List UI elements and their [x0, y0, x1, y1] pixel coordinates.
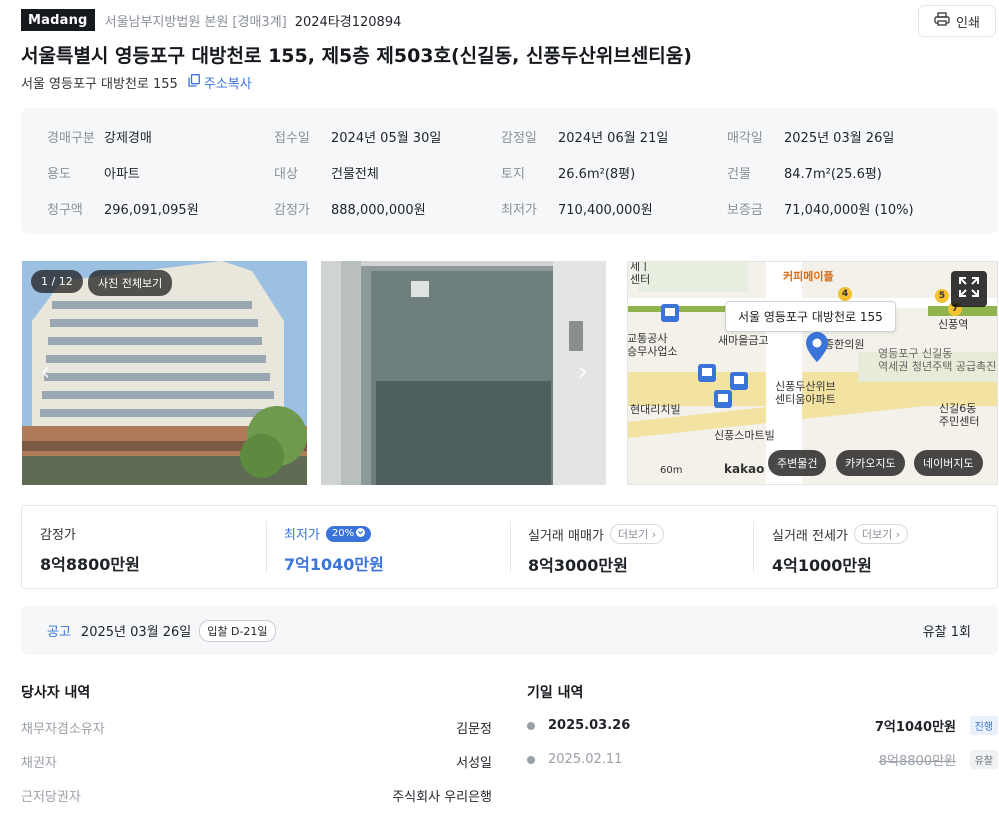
map-label-station: 신풍역 [938, 318, 969, 331]
print-label: 인쇄 [956, 15, 980, 31]
bus-stop-icon [698, 364, 716, 386]
parties-title: 당사자 내역 [21, 685, 91, 701]
party-row: 채무자겸소유자 김문정 [21, 722, 492, 737]
timeline-dot [527, 721, 535, 730]
naver-map-button[interactable]: 네이버지도 [914, 450, 983, 476]
property-photo-exterior[interactable]: 1 / 12 사진 전체보기 ‹ [22, 261, 307, 485]
lease-more-button[interactable]: 더보기 › [853, 524, 909, 544]
printer-icon [934, 12, 950, 30]
short-address: 서울 영등포구 대방천로 155 [21, 77, 178, 92]
info-deposit: 보증금 71,040,000원 (10%) [727, 203, 914, 218]
map-label-center: 신길6동 주민센터 [939, 402, 980, 429]
page-title: 서울특별시 영등포구 대방천로 155, 제5층 제503호(신길동, 신풍두산… [21, 45, 692, 67]
info-appraisal-price: 감정가 888,000,000원 [274, 203, 426, 218]
copy-icon [188, 74, 200, 91]
minimum-label: 최저가 [284, 528, 320, 543]
map-label-clinic: 종한의원 [824, 338, 865, 351]
map-address-tooltip: 서울 영등포구 대방천로 155 [725, 301, 896, 332]
address-row: 서울 영등포구 대방천로 155 주소복사 [21, 73, 252, 92]
bus-stop-icon [714, 390, 732, 412]
sale-more-button[interactable]: 더보기 › [609, 524, 665, 544]
status-badge: 진행 [969, 716, 998, 735]
date-row: 2025.02.11 8억8800만원 유찰 [527, 750, 998, 769]
court-name: 서울남부지방법원 본원 [경매3계] [104, 14, 287, 30]
timeline-dot [527, 755, 535, 764]
map-label-youth: 영등포구 신길동역세권 청년주택 공급촉진지구 [878, 347, 997, 374]
lease-price-card: 실거래 전세가 더보기 › 4억1000만원 [772, 506, 909, 588]
info-sale-date: 매각일 2025년 03월 26일 [727, 131, 895, 146]
minimum-price-card: 최저가 20% 7억1040만원 [284, 506, 384, 588]
kakao-map-button[interactable]: 카카오지도 [836, 450, 905, 476]
map-scale: 60m [660, 465, 683, 476]
party-row: 근저당권자 주식회사 우리은행 [21, 790, 492, 805]
map-label-villa: 현대리치빌 [630, 403, 681, 416]
info-land: 토지 26.6m²(8평) [501, 167, 636, 182]
map-label-partial: 세ㅣ 센터 [630, 261, 651, 287]
notice-label: 공고 [47, 625, 71, 640]
kakao-logo: kakao [724, 462, 765, 476]
sale-label: 실거래 매매가 [528, 528, 604, 544]
minimum-percent-badge[interactable]: 20% [325, 525, 372, 542]
sale-price-card: 실거래 매매가 더보기 › 8억3000만원 [528, 506, 665, 588]
subway-line-5-icon: 5 [935, 289, 949, 303]
dday-badge: 입찰 D-21일 [199, 619, 276, 642]
info-received-date: 접수일 2024년 05월 30일 [274, 131, 442, 146]
bus-stop-icon [661, 304, 679, 326]
dates-title: 기일 내역 [527, 685, 584, 701]
info-target: 대상 건물전체 [274, 167, 379, 182]
print-button[interactable]: 인쇄 [918, 5, 996, 37]
copy-address-label: 주소복사 [203, 77, 252, 92]
appraisal-value: 8억8800만원 [40, 555, 140, 574]
price-summary: 감정가 8억8800만원 최저가 20% 7억1040만원 실거래 매매가 더보… [21, 505, 998, 589]
sale-value: 8억3000만원 [528, 556, 628, 575]
map-label-transit: 교통공사 승무사업소 [627, 332, 678, 359]
info-building: 건물 84.7m²(25.6평) [727, 167, 882, 182]
lease-label: 실거래 전세가 [772, 528, 848, 544]
map-label-apt: 신풍두산위브 센티움아파트 [775, 380, 836, 407]
party-row: 채권자 서성일 [21, 756, 492, 771]
info-claim-amount: 청구액 296,091,095원 [47, 203, 199, 218]
nearby-properties-button[interactable]: 주변물건 [768, 450, 827, 476]
expand-icon [958, 276, 980, 302]
fail-count: 유찰 1회 [922, 625, 971, 640]
location-map[interactable]: 세ㅣ 센터 커피메이플 교통공사 승무사업소 새마을금고 종한의원 신풍역 영등포구… [627, 261, 998, 485]
prev-photo-button[interactable]: ‹ [40, 359, 50, 385]
minimum-value: 7억1040만원 [284, 555, 384, 574]
divider [266, 521, 267, 573]
property-photo-entrance[interactable]: › [321, 261, 606, 485]
map-expand-button[interactable] [951, 271, 987, 307]
divider [753, 521, 754, 573]
map-label-bank: 새마을금고 [718, 334, 769, 347]
notice-bar: 공고 2025년 03월 26일 입찰 D-21일 유찰 1회 [21, 606, 998, 655]
info-minimum-price: 최저가 710,400,000원 [501, 203, 653, 218]
status-badge: 유찰 [969, 750, 998, 769]
photo-counter: 1 / 12 [31, 270, 83, 293]
appraisal-price-card: 감정가 8억8800만원 [40, 506, 140, 588]
header-row: Madang 서울남부지방법원 본원 [경매3계] 2024타경120894 인… [21, 5, 999, 37]
copy-address-button[interactable]: 주소복사 [188, 73, 252, 92]
notice-date: 2025년 03월 26일 [80, 625, 192, 640]
chevron-down-icon [356, 527, 366, 540]
appraisal-label: 감정가 [40, 528, 76, 543]
lease-value: 4억1000만원 [772, 556, 872, 575]
view-all-photos-button[interactable]: 사진 전체보기 [88, 270, 173, 296]
madang-logo[interactable]: Madang [21, 9, 95, 31]
divider [510, 521, 511, 573]
entrance-image [321, 261, 606, 485]
subway-line-4-icon: 4 [838, 287, 852, 301]
auction-info-panel: 경매구분 강제경매 접수일 2024년 05월 30일 감정일 2024년 06월 2… [21, 108, 998, 234]
info-usage: 용도 아파트 [47, 167, 140, 182]
info-appraisal-date: 감정일 2024년 06월 21일 [501, 131, 669, 146]
map-pin-icon [806, 332, 828, 366]
next-photo-button[interactable]: › [578, 359, 588, 385]
map-label-coffee: 커피메이플 [783, 270, 834, 283]
info-auction-type: 경매구분 강제경매 [47, 131, 152, 146]
bus-stop-icon [730, 372, 748, 394]
case-number: 2024타경120894 [294, 14, 402, 30]
map-label-mart: 신풍스마트빌 [714, 429, 775, 442]
date-row: 2025.03.26 7억1040만원 진행 [527, 716, 998, 735]
